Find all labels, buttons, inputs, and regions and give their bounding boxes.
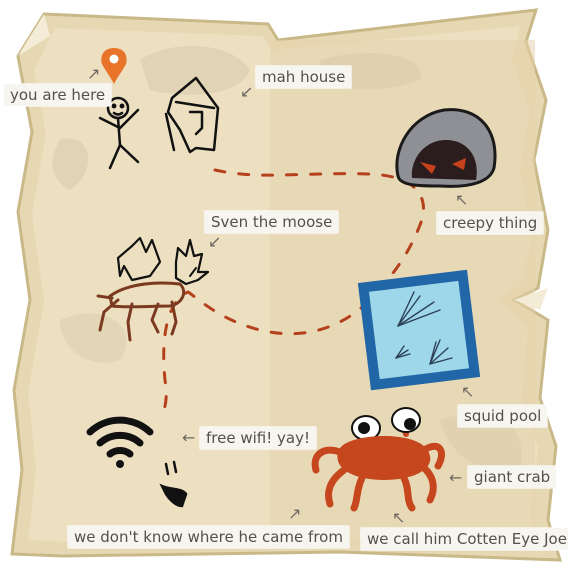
squid-pool	[357, 269, 481, 391]
arrow-you-are-here: ↗	[87, 64, 101, 83]
label-sven: Sven the moose	[205, 211, 339, 233]
arrow-mah-house: ↙	[240, 82, 254, 101]
label-mah-house: mah house	[256, 66, 352, 88]
label-free-wifi: free wifi! yay!	[200, 427, 316, 449]
label-cotten-eye-joe: we call him Cotten Eye Joe	[361, 528, 568, 550]
arrow-sven: ↙	[208, 232, 222, 251]
arrow-squid-pool: ↖	[461, 382, 475, 401]
arrow-giant-crab: ←	[449, 468, 463, 487]
label-you-are-here: you are here	[4, 84, 112, 106]
arrow-dont-know: ↗	[288, 504, 302, 523]
label-dont-know: we don't know where he came from	[68, 526, 349, 548]
arrow-creepy-thing: ↖	[455, 190, 469, 209]
label-squid-pool: squid pool	[458, 405, 548, 427]
arrow-free-wifi: ←	[182, 428, 196, 447]
label-giant-crab: giant crab	[468, 466, 557, 488]
treasure-map: ↗ ↙ ↖ ↙ ↖ ← ← ↗ ↖ you are here mah house…	[0, 0, 568, 568]
label-creepy-thing: creepy thing	[437, 212, 544, 234]
arrow-cotten-eye-joe: ↖	[392, 508, 406, 527]
